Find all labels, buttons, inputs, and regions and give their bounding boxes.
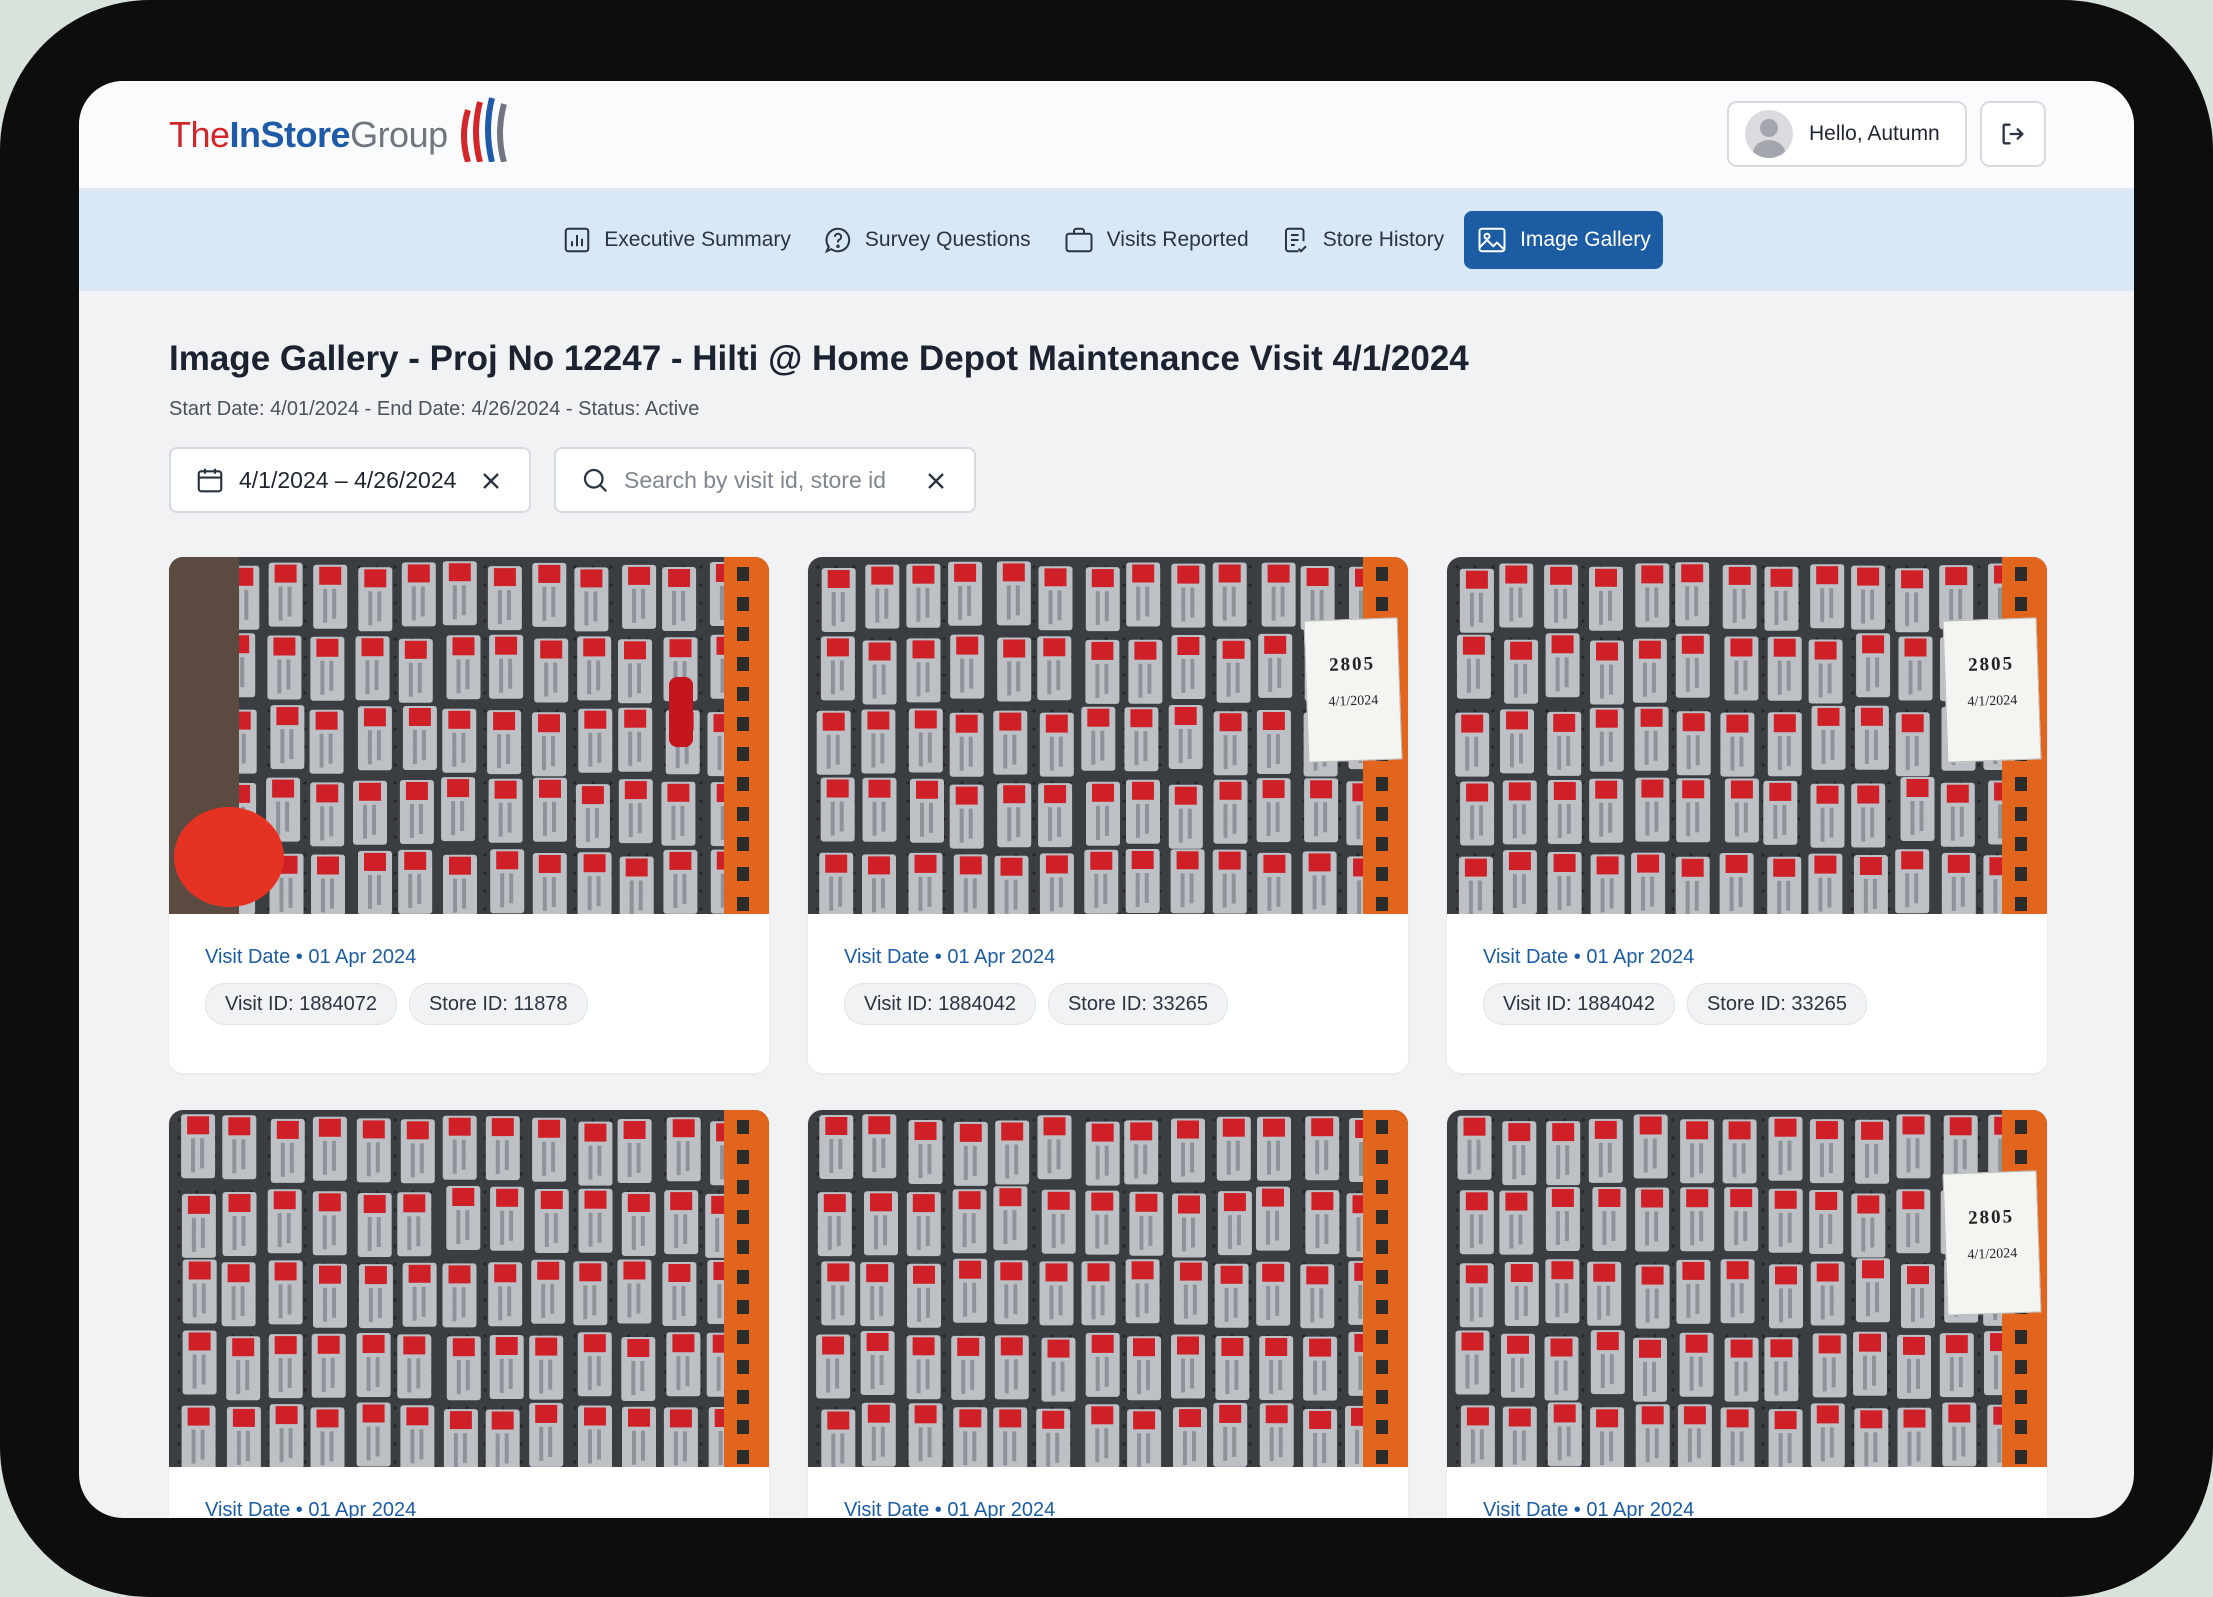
store-photo[interactable] xyxy=(808,1110,1408,1467)
user-greeting: Hello, Autumn xyxy=(1809,122,1940,145)
id-chips: Visit ID: 1884042 Store ID: 33265 xyxy=(1483,983,2011,1025)
document-check-icon xyxy=(1284,227,1307,253)
visit-date: Visit Date • 01 Apr 2024 xyxy=(844,946,1056,968)
visit-id-chip: Visit ID: 1884072 xyxy=(205,983,397,1025)
clear-date-icon[interactable] xyxy=(477,467,505,495)
tab-image-gallery[interactable]: Image Gallery xyxy=(1464,211,1663,269)
store-sign: 2805 4/1/2024 xyxy=(1303,617,1403,763)
store-photo[interactable]: 2805 4/1/2024 xyxy=(1447,1110,2047,1467)
card-meta: Visit Date • 01 Apr 2024 Visit ID: 188404… xyxy=(1447,946,2047,1025)
image-icon xyxy=(1478,227,1506,253)
app-screen: TheInStoreGroup Hello, Autumn Executive … xyxy=(79,81,2134,1518)
gallery-card[interactable]: 2805 4/1/2024 Visit Date • 01 Apr 2024 Visi… xyxy=(1447,557,2047,1073)
card-meta: Visit Date • 01 Apr 2024 Visit ID: 188407… xyxy=(169,946,769,1025)
visit-date: Visit Date • 01 Apr 2024 xyxy=(205,946,417,968)
visit-date: Visit Date • 01 Apr 2024 xyxy=(1483,1499,1695,1518)
card-meta: Visit Date • 01 Apr 2024 xyxy=(169,1499,769,1518)
gallery-card[interactable]: Visit Date • 01 Apr 2024 xyxy=(169,1110,769,1518)
tab-label: Image Gallery xyxy=(1520,228,1651,251)
tab-survey-questions[interactable]: Survey Questions xyxy=(811,211,1043,269)
bar-chart-icon xyxy=(564,227,590,253)
visit-date: Visit Date • 01 Apr 2024 xyxy=(205,1499,417,1518)
user-avatar-icon xyxy=(1745,110,1793,158)
card-meta: Visit Date • 01 Apr 2024 xyxy=(1447,1499,2047,1518)
store-id-chip: Store ID: 33265 xyxy=(1686,983,1868,1025)
gallery-card[interactable]: Visit Date • 01 Apr 2024 Visit ID: 188407… xyxy=(169,557,769,1073)
gallery-card[interactable]: 2805 4/1/2024 Visit Date • 01 Apr 2024 Visi… xyxy=(808,557,1408,1073)
store-sign: 2805 4/1/2024 xyxy=(1942,617,2042,763)
tab-label: Store History xyxy=(1322,228,1445,251)
clear-search-icon[interactable] xyxy=(922,467,950,495)
briefcase-icon xyxy=(1065,227,1093,253)
logout-button[interactable] xyxy=(1980,101,2046,167)
sign-store-number: 2805 xyxy=(1967,1206,2015,1229)
top-bar: TheInStoreGroup Hello, Autumn xyxy=(79,81,2134,189)
sign-store-number: 2805 xyxy=(1328,653,1376,676)
brand-the: The xyxy=(169,114,230,155)
tab-label: Executive Summary xyxy=(604,228,791,251)
sign-date: 4/1/2024 xyxy=(1967,693,2018,710)
store-photo[interactable] xyxy=(169,1110,769,1467)
store-photo[interactable] xyxy=(169,557,769,914)
store-photo[interactable]: 2805 4/1/2024 xyxy=(1447,557,2047,914)
search-input[interactable]: Search by visit id, store id xyxy=(554,447,976,513)
sign-date: 4/1/2024 xyxy=(1967,1246,2018,1263)
store-sign: 2805 4/1/2024 xyxy=(1942,1170,2042,1316)
user-menu-button[interactable]: Hello, Autumn xyxy=(1727,101,1967,167)
brand-group: Group xyxy=(350,114,448,155)
brand-instore: InStore xyxy=(229,114,351,155)
date-range-picker[interactable]: 4/1/2024 – 4/26/2024 xyxy=(169,447,531,513)
search-placeholder: Search by visit id, store id xyxy=(624,466,887,493)
tab-label: Survey Questions xyxy=(864,228,1031,251)
visit-date: Visit Date • 01 Apr 2024 xyxy=(844,1499,1056,1518)
id-chips: Visit ID: 1884072 Store ID: 11878 xyxy=(205,983,733,1025)
brand-logo[interactable]: TheInStoreGroup xyxy=(169,97,508,171)
page-subtitle: Start Date: 4/01/2024 - End Date: 4/26/2… xyxy=(169,398,700,420)
question-bubble-icon xyxy=(824,227,851,254)
store-photo[interactable]: 2805 4/1/2024 xyxy=(808,557,1408,914)
tab-visits-reported[interactable]: Visits Reported xyxy=(1051,211,1261,269)
visit-id-chip: Visit ID: 1884042 xyxy=(844,983,1036,1025)
store-id-chip: Store ID: 11878 xyxy=(408,983,588,1025)
logout-icon xyxy=(2002,123,2024,145)
tab-label: Visits Reported xyxy=(1106,228,1249,251)
id-chips: Visit ID: 1884042 Store ID: 33265 xyxy=(844,983,1372,1025)
card-meta: Visit Date • 01 Apr 2024 xyxy=(808,1499,1408,1518)
visit-date: Visit Date • 01 Apr 2024 xyxy=(1483,946,1695,968)
tab-executive-summary[interactable]: Executive Summary xyxy=(550,211,803,269)
sign-store-number: 2805 xyxy=(1967,653,2015,676)
tab-store-history[interactable]: Store History xyxy=(1269,211,1456,269)
gallery-card[interactable]: Visit Date • 01 Apr 2024 xyxy=(808,1110,1408,1518)
page-title: Image Gallery - Proj No 12247 - Hilti @ … xyxy=(169,339,1469,378)
date-range-value: 4/1/2024 – 4/26/2024 xyxy=(239,466,457,493)
store-id-chip: Store ID: 33265 xyxy=(1047,983,1229,1025)
brand-wordmark: TheInStoreGroup xyxy=(169,114,448,156)
calendar-icon xyxy=(197,468,223,493)
card-meta: Visit Date • 01 Apr 2024 Visit ID: 188404… xyxy=(808,946,1408,1025)
sign-date: 4/1/2024 xyxy=(1328,693,1379,710)
visit-id-chip: Visit ID: 1884042 xyxy=(1483,983,1675,1025)
main-nav: Executive Summary Survey Questions Visit… xyxy=(79,189,2134,291)
brand-bars-icon xyxy=(460,97,507,162)
tablet-frame: TheInStoreGroup Hello, Autumn Executive … xyxy=(0,0,2213,1597)
search-icon xyxy=(583,468,608,493)
gallery-card[interactable]: 2805 4/1/2024 Visit Date • 01 Apr 2024 xyxy=(1447,1110,2047,1518)
